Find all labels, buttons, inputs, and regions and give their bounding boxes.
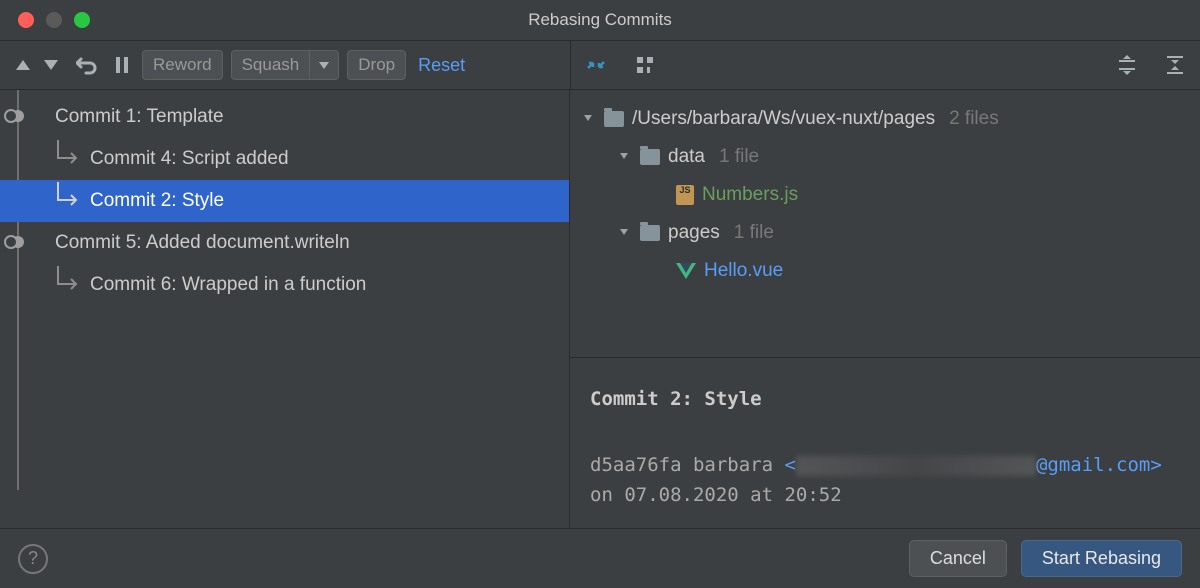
tree-file[interactable]: Hello.vue <box>578 252 1192 290</box>
footer-actions: Cancel Start Rebasing <box>909 540 1182 577</box>
commit-date-line: on 07.08.2020 at 20:52 <box>590 480 1180 510</box>
undo-icon[interactable] <box>72 51 102 79</box>
reword-button[interactable]: Reword <box>142 50 223 80</box>
window-title: Rebasing Commits <box>528 10 672 30</box>
tree-folder-meta: 1 file <box>719 143 759 171</box>
close-window-icon[interactable] <box>18 12 34 28</box>
collapse-all-icon[interactable] <box>1160 50 1190 80</box>
tree-folder-label: data <box>668 143 705 171</box>
commit-author: barbara <box>693 454 773 476</box>
commit-list-panel: Commit 1: Template Commit 4: Script adde… <box>0 90 570 528</box>
email-redacted <box>796 456 1036 476</box>
main-area: Commit 1: Template Commit 4: Script adde… <box>0 90 1200 528</box>
footer: ? Cancel Start Rebasing <box>0 528 1200 588</box>
vue-file-icon <box>676 262 696 280</box>
title-bar: Rebasing Commits <box>0 0 1200 40</box>
folder-icon <box>640 149 660 165</box>
collapse-diff-icon[interactable] <box>581 50 611 80</box>
toolbars: Reword Squash Drop Reset <box>0 40 1200 90</box>
squash-button-group: Squash <box>231 50 340 80</box>
minimize-window-icon[interactable] <box>46 12 62 28</box>
reset-link[interactable]: Reset <box>414 55 465 76</box>
start-rebasing-button[interactable]: Start Rebasing <box>1021 540 1182 577</box>
toolbar-left: Reword Squash Drop Reset <box>0 41 570 89</box>
toolbar-right <box>570 41 1200 89</box>
commit-hash: d5aa76fa <box>590 454 682 476</box>
tree-file[interactable]: JS Numbers.js <box>578 176 1192 214</box>
chevron-down-icon[interactable] <box>582 105 596 133</box>
expand-all-icon[interactable] <box>1112 50 1142 80</box>
fixup-arrow-icon <box>50 266 80 294</box>
pause-icon[interactable] <box>110 52 134 78</box>
commit-label: Commit 2: Style <box>90 190 224 211</box>
move-down-icon[interactable] <box>38 53 64 77</box>
tree-folder[interactable]: data 1 file <box>578 138 1192 176</box>
commit-row[interactable]: Commit 1: Template <box>0 96 569 138</box>
commit-row[interactable]: Commit 6: Wrapped in a function <box>0 264 569 306</box>
folder-icon <box>640 225 660 241</box>
move-up-icon[interactable] <box>10 53 36 77</box>
fixup-arrow-icon <box>50 182 80 210</box>
tree-root-path: /Users/barbara/Ws/vuex-nuxt/pages <box>632 105 935 133</box>
maximize-window-icon[interactable] <box>74 12 90 28</box>
squash-dropdown[interactable] <box>309 50 339 80</box>
drop-button[interactable]: Drop <box>347 50 406 80</box>
commit-row-selected[interactable]: Commit 2: Style <box>0 180 569 222</box>
tree-file-label: Numbers.js <box>702 181 798 209</box>
tree-root-meta: 2 files <box>949 105 999 133</box>
commit-message: Commit 2: Style <box>590 388 1180 410</box>
right-panel: /Users/barbara/Ws/vuex-nuxt/pages 2 file… <box>570 90 1200 528</box>
tree-folder[interactable]: pages 1 file <box>578 214 1192 252</box>
js-file-icon: JS <box>676 185 694 205</box>
folder-icon <box>604 111 624 127</box>
commit-row[interactable]: Commit 5: Added document.writeln <box>0 222 569 264</box>
commit-label: Commit 4: Script added <box>90 148 289 169</box>
squash-button[interactable]: Squash <box>231 50 310 80</box>
window-controls <box>0 12 90 28</box>
commit-row[interactable]: Commit 4: Script added <box>0 138 569 180</box>
tree-root[interactable]: /Users/barbara/Ws/vuex-nuxt/pages 2 file… <box>578 100 1192 138</box>
chevron-down-icon[interactable] <box>618 219 632 247</box>
reorder-controls <box>10 53 64 77</box>
commit-email-suffix: @gmail.com <box>1036 454 1150 476</box>
chevron-down-icon[interactable] <box>618 143 632 171</box>
file-tree: /Users/barbara/Ws/vuex-nuxt/pages 2 file… <box>570 90 1200 357</box>
help-button[interactable]: ? <box>18 544 48 574</box>
fixup-arrow-icon <box>50 140 80 168</box>
commit-author-line: d5aa76fa barbara <@gmail.com> <box>590 450 1180 480</box>
commit-list: Commit 1: Template Commit 4: Script adde… <box>0 90 569 306</box>
commit-details: Commit 2: Style d5aa76fa barbara <@gmail… <box>570 357 1200 528</box>
tree-folder-label: pages <box>668 219 720 247</box>
tree-folder-meta: 1 file <box>734 219 774 247</box>
tree-file-label: Hello.vue <box>704 257 783 285</box>
commit-label: Commit 6: Wrapped in a function <box>90 274 366 295</box>
group-view-icon[interactable] <box>631 51 661 79</box>
cancel-button[interactable]: Cancel <box>909 540 1007 577</box>
